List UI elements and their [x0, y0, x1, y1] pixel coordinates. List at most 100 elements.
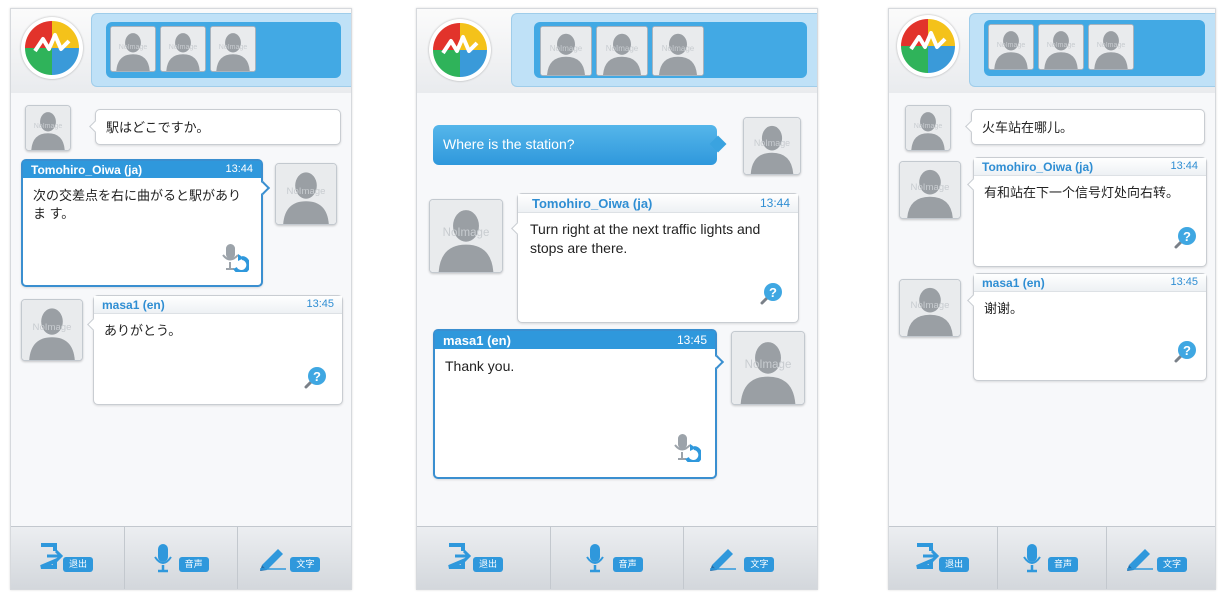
exit-button[interactable]: 退出	[889, 527, 998, 589]
exit-label: 退出	[473, 557, 504, 572]
svg-text:NoImage: NoImage	[1097, 42, 1126, 49]
message-text: Thank you.	[445, 358, 515, 374]
exit-button[interactable]: 退出	[11, 527, 125, 589]
message-text: ありがとう。	[104, 323, 182, 338]
svg-text:NoImage: NoImage	[911, 182, 950, 193]
phone-screen-japanese: NoImage NoImage NoImage NoImage 駅はどこですか。…	[10, 8, 352, 590]
microphone-icon	[1022, 543, 1042, 578]
avatar: NoImage	[899, 161, 961, 219]
voice-button[interactable]: 音声	[551, 527, 685, 589]
chat-area[interactable]: Where is the station? NoImage NoImage To…	[417, 93, 817, 527]
svg-text:NoImage: NoImage	[914, 123, 943, 130]
message-bubble: masa1 (en) 13:45 谢谢。 ?	[967, 273, 1207, 381]
app-header: NoImage NoImage NoImage	[889, 9, 1215, 93]
message-text: 谢谢。	[984, 301, 1024, 316]
contact-avatar[interactable]: NoImage	[210, 26, 256, 72]
phone-screen-english: NoImage NoImage NoImage Where is the sta…	[416, 8, 818, 590]
voice-button[interactable]: 音声	[125, 527, 239, 589]
question-icon[interactable]: ?	[302, 365, 328, 396]
microphone-replay-icon[interactable]	[671, 432, 703, 467]
message-bubble: Tomohiro_Oiwa (ja) 13:44 有和站在下一个信号灯处向右转。 …	[967, 157, 1207, 267]
contact-strip[interactable]: NoImage NoImage NoImage	[91, 13, 351, 87]
text-button[interactable]: 文字	[1107, 527, 1215, 589]
sender-name: masa1 (en)	[102, 298, 165, 312]
message-text: 駅はどこですか。	[106, 120, 210, 135]
voice-label: 音声	[1048, 557, 1079, 572]
message-bubble-own: masa1 (en) 13:45 Thank you.	[433, 329, 725, 479]
app-logo	[21, 17, 83, 79]
avatar: NoImage	[25, 105, 71, 151]
question-icon[interactable]: ?	[758, 281, 784, 312]
exit-icon	[915, 543, 940, 574]
svg-text:NoImage: NoImage	[745, 359, 792, 371]
text-button[interactable]: 文字	[238, 527, 351, 589]
timestamp: 13:44	[225, 163, 253, 175]
app-header: NoImage NoImage NoImage	[417, 9, 817, 93]
contact-avatar[interactable]: NoImage	[160, 26, 206, 72]
chat-area[interactable]: NoImage 駅はどこですか。 Tomohiro_Oiwa (ja) 13:44…	[11, 93, 351, 527]
app-logo	[897, 15, 959, 77]
avatar: NoImage	[905, 105, 951, 151]
contact-avatar[interactable]: NoImage	[988, 24, 1034, 70]
svg-text:?: ?	[769, 285, 777, 300]
contact-strip[interactable]: NoImage NoImage NoImage	[511, 13, 817, 87]
question-icon[interactable]: ?	[1172, 339, 1198, 370]
svg-text:NoImage: NoImage	[443, 227, 490, 239]
avatar: NoImage	[899, 279, 961, 337]
svg-text:NoImage: NoImage	[550, 44, 583, 53]
bottom-toolbar: 退出 音声 文字	[11, 526, 351, 589]
voice-label: 音声	[612, 557, 643, 572]
bottom-toolbar: 退出 音声 文字	[889, 526, 1215, 589]
text-label: 文字	[1157, 557, 1188, 572]
svg-text:NoImage: NoImage	[997, 42, 1026, 49]
contact-avatar[interactable]: NoImage	[1038, 24, 1084, 70]
text-button[interactable]: 文字	[684, 527, 817, 589]
message-bubble: masa1 (en) 13:45 ありがとう。 ?	[87, 295, 343, 405]
message-bubble-own: Tomohiro_Oiwa (ja) 13:44 次の交差点を右に曲がると駅があり…	[21, 159, 271, 287]
pen-icon	[708, 543, 738, 576]
contact-avatar[interactable]: NoImage	[596, 26, 648, 76]
avatar: NoImage	[731, 331, 805, 405]
message-bubble: 火车站在哪儿。	[965, 109, 1205, 145]
exit-icon	[39, 543, 64, 574]
contact-strip[interactable]: NoImage NoImage NoImage	[969, 13, 1215, 87]
sender-name: masa1 (en)	[443, 333, 511, 348]
message-text: 次の交差点を右に曲がると駅がありま す。	[33, 188, 242, 221]
microphone-icon	[153, 543, 173, 578]
contact-avatar[interactable]: NoImage	[110, 26, 156, 72]
microphone-replay-icon[interactable]	[219, 242, 251, 277]
exit-label: 退出	[63, 557, 94, 572]
svg-text:NoImage: NoImage	[169, 44, 198, 51]
svg-text:NoImage: NoImage	[911, 300, 950, 311]
exit-button[interactable]: 退出	[417, 527, 551, 589]
message-bubble-translated: Where is the station?	[433, 125, 727, 165]
sender-name: masa1 (en)	[982, 276, 1045, 290]
voice-button[interactable]: 音声	[998, 527, 1107, 589]
message-bubble: Tomohiro_Oiwa (ja) 13:44 Turn right at th…	[511, 193, 799, 323]
contact-avatar[interactable]: NoImage	[540, 26, 592, 76]
contact-avatar[interactable]: NoImage	[652, 26, 704, 76]
timestamp: 13:44	[1170, 160, 1198, 172]
svg-text:NoImage: NoImage	[34, 123, 63, 130]
pen-icon	[258, 543, 288, 576]
chat-area[interactable]: NoImage 火车站在哪儿。 NoImage Tomohiro_Oiwa (j…	[889, 93, 1215, 527]
app-logo	[429, 19, 491, 81]
phone-screen-chinese: NoImage NoImage NoImage NoImage 火车站在哪儿。 …	[888, 8, 1216, 590]
question-icon[interactable]: ?	[1172, 225, 1198, 256]
svg-text:?: ?	[1183, 229, 1191, 244]
app-header: NoImage NoImage NoImage	[11, 9, 351, 93]
timestamp: 13:45	[676, 333, 707, 347]
svg-text:?: ?	[1183, 343, 1191, 358]
text-label: 文字	[744, 557, 775, 572]
sender-name: Tomohiro_Oiwa (ja)	[982, 160, 1094, 174]
message-bubble: 駅はどこですか。	[89, 109, 341, 145]
avatar: NoImage	[743, 117, 801, 175]
bottom-toolbar: 退出 音声 文字	[417, 526, 817, 589]
pen-icon	[1125, 543, 1155, 576]
svg-text:NoImage: NoImage	[119, 44, 148, 51]
message-text: 火车站在哪儿。	[982, 120, 1074, 135]
contact-avatar[interactable]: NoImage	[1088, 24, 1134, 70]
svg-text:NoImage: NoImage	[219, 44, 248, 51]
sender-name: Tomohiro_Oiwa (ja)	[31, 163, 143, 177]
message-text: Turn right at the next traffic lights an…	[530, 221, 761, 256]
